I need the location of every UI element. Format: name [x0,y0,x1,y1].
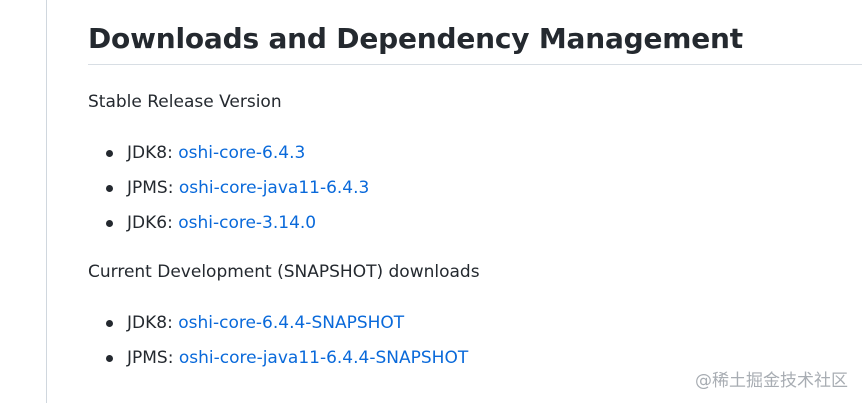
list-item: JPMS: oshi-core-java11-6.4.4-SNAPSHOT [88,346,468,381]
bullet-icon [106,185,113,192]
snapshot-label: Current Development (SNAPSHOT) downloads [88,262,480,282]
bullet-icon [106,150,113,157]
download-link[interactable]: oshi-core-3.14.0 [178,213,316,233]
list-item: JDK8: oshi-core-6.4.4-SNAPSHOT [88,311,468,346]
watermark: @稀土掘金技术社区 [695,371,848,391]
download-link[interactable]: oshi-core-6.4.3 [178,143,305,163]
list-item-prefix: JDK8: [127,143,179,163]
bullet-icon [106,355,113,362]
stable-release-label: Stable Release Version [88,92,282,112]
list-item-prefix: JPMS: [127,348,179,368]
page: Downloads and Dependency Management Stab… [0,0,862,403]
list-item-prefix: JPMS: [127,178,179,198]
download-link[interactable]: oshi-core-java11-6.4.4-SNAPSHOT [179,348,468,368]
list-item: JDK6: oshi-core-3.14.0 [88,211,369,246]
bullet-icon [106,220,113,227]
left-border [46,0,47,403]
bullet-icon [106,320,113,327]
list-item: JDK8: oshi-core-6.4.3 [88,141,369,176]
heading-divider [88,64,862,65]
list-item-prefix: JDK6: [127,213,179,233]
list-item: JPMS: oshi-core-java11-6.4.3 [88,176,369,211]
stable-release-list: JDK8: oshi-core-6.4.3 JPMS: oshi-core-ja… [88,141,369,246]
list-item-prefix: JDK8: [127,313,179,333]
section-heading: Downloads and Dependency Management [88,22,743,55]
download-link[interactable]: oshi-core-java11-6.4.3 [179,178,370,198]
snapshot-list: JDK8: oshi-core-6.4.4-SNAPSHOT JPMS: osh… [88,311,468,381]
download-link[interactable]: oshi-core-6.4.4-SNAPSHOT [178,313,404,333]
